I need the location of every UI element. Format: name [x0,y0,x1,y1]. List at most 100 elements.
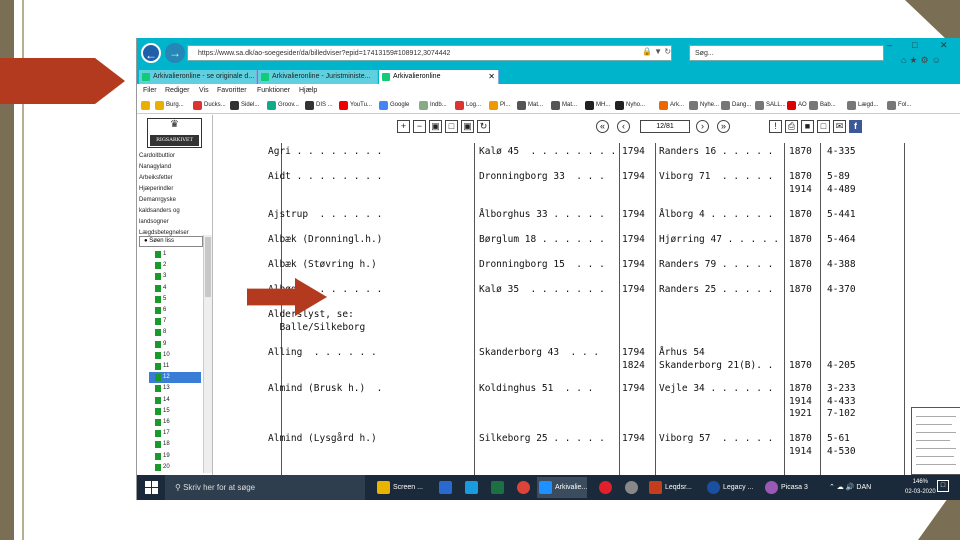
tree-item-19[interactable]: 19 [155,451,199,462]
taskbar-app-screen[interactable]: Screen ... [375,477,423,498]
taskbar-app-mail[interactable] [437,477,459,498]
tree-item-7[interactable]: 7 [155,316,199,327]
print-icon[interactable]: ⎙ [785,120,798,133]
tree-item-14[interactable]: 14 [155,395,199,406]
rotate-icon[interactable]: ↻ [477,120,490,133]
tree-item-16[interactable]: 16 [155,417,199,428]
fav-item[interactable]: Mat... [551,100,577,111]
tab-arkivalieronline-1[interactable]: Arkivalieronline - se originale d... [139,70,257,84]
refresh-icon[interactable]: 🔒 ▼ ↻ [642,47,671,56]
menu-help[interactable]: Hjælp [299,84,317,97]
tree-item-9[interactable]: 9 [155,339,199,350]
notification-icon[interactable]: □ [937,480,949,492]
tree-item-12[interactable]: 12 [149,372,201,384]
zoom-in-button[interactable]: + [397,120,410,133]
taskbar-app-arkivalie[interactable]: Arkivalie... [537,477,588,498]
fav-item[interactable]: Lægd... [847,100,878,111]
sidebar-link[interactable]: Cardoitbuttior [139,151,189,162]
tree-item-20[interactable]: 20 [155,462,199,473]
prev-page-button[interactable]: ‹ [617,120,630,133]
tree-item-6[interactable]: 6 [155,305,199,316]
tree-item-13[interactable]: 13 [155,383,199,394]
fav-item[interactable]: MH... [585,100,610,111]
menu-tools[interactable]: Funktioner [257,84,290,97]
tree-item-2[interactable]: 2 [155,260,199,271]
fav-item[interactable]: Dang... [721,100,751,111]
scroll-thumb[interactable] [205,237,211,297]
page-thumbnail[interactable] [911,407,960,475]
fav-item[interactable]: Indb... [419,100,447,111]
zoom-out-button[interactable]: − [413,120,426,133]
fav-item[interactable]: Nyhe... [689,100,719,111]
sidebar-link[interactable]: Nanagyland [139,162,189,173]
fav-item[interactable]: AO [787,100,807,111]
tree-item-8[interactable]: 8 [155,327,199,338]
page-indicator[interactable]: 12/81 [640,120,690,133]
first-page-button[interactable]: « [596,120,609,133]
system-tray[interactable]: ⌃ ☁ 🔊 DAN [829,475,871,500]
fit-page-icon[interactable]: ▣ [461,120,474,133]
search-input[interactable]: Søg... [689,45,884,61]
tree-item-3[interactable]: 3 [155,271,199,282]
tree-item-5[interactable]: 5 [155,294,199,305]
tab-arkivalieronline-2[interactable]: Arkivalieronline - Juristministe... [258,70,378,84]
taskbar-app-leqdsr[interactable]: Leqdsr... [647,477,692,498]
menu-file[interactable]: Filer [143,84,157,97]
language-indicator[interactable]: DAN [856,484,871,491]
lock-icon[interactable]: ▣ [429,120,442,133]
taskbar-search[interactable]: ⚲ Skriv her for at søge [165,475,365,500]
taskbar-app-picasa[interactable]: Picasa 3 [763,477,808,498]
tree-item-17[interactable]: 17 [155,428,199,439]
sidebar-link[interactable]: Demanrgyske [139,195,189,206]
taskbar-app-opera[interactable] [597,477,619,498]
taskbar-clock[interactable]: 146% 02-03-2020 [905,477,936,497]
tree-item-15[interactable]: 15 [155,406,199,417]
fav-item[interactable]: Nyho... [615,100,645,111]
sidebar-scrollbar[interactable] [203,235,212,473]
maximize-button[interactable]: □ [912,40,917,50]
fav-item[interactable]: Pl... [489,100,510,111]
taskbar-app-legacy[interactable]: Legacy ... [705,477,753,498]
forward-button[interactable]: → [165,43,185,63]
last-page-button[interactable]: » [717,120,730,133]
fav-item[interactable]: Fol... [887,100,911,111]
tree-item-11[interactable]: 11 [155,361,199,372]
next-page-button[interactable]: › [696,120,709,133]
taskbar-app-settings[interactable] [623,477,645,498]
fav-item[interactable]: Bab... [809,100,836,111]
windows-start-icon[interactable] [145,481,158,494]
sidebar-link[interactable]: Hjæperindler [139,184,189,195]
fav-item[interactable]: DIS ... [305,100,333,111]
tree-item-1[interactable]: 1 [155,249,199,260]
menu-favorites[interactable]: Favoritter [217,84,247,97]
facebook-icon[interactable]: f [849,120,862,133]
tree-item-18[interactable]: 18 [155,439,199,450]
menu-view[interactable]: Vis [199,84,209,97]
mail-icon[interactable]: ✉ [833,120,846,133]
save-page-icon[interactable]: □ [817,120,830,133]
fav-item[interactable]: Log... [455,100,481,111]
fit-width-icon[interactable]: □ [445,120,458,133]
fav-item[interactable]: YouTu... [339,100,372,111]
tree-item-10[interactable]: 10 [155,350,199,361]
fav-item[interactable]: Sidel... [230,100,259,111]
back-button[interactable]: ← [141,43,161,63]
menu-edit[interactable]: Rediger [165,84,190,97]
minimize-button[interactable]: – [887,40,892,50]
fav-item[interactable]: SALL... [755,100,786,111]
tab-close-icon[interactable]: ✕ [488,70,495,84]
fav-item[interactable]: Burg... [155,100,184,111]
tab-arkivalieronline-active[interactable]: Arkivalieronline ✕ [379,70,499,84]
tree-item-4[interactable]: 4 [155,283,199,294]
report-icon[interactable]: ! [769,120,782,133]
sidebar-link[interactable]: kaldsanders og [139,206,189,217]
sidebar-link[interactable]: Arbeiksfetter [139,173,189,184]
address-bar[interactable]: https://www.sa.dk/ao-soegesider/da/bille… [187,45,672,61]
taskbar-app-skype[interactable] [463,477,485,498]
taskbar-app-chrome[interactable] [515,477,537,498]
fav-item[interactable]: Ark... [659,100,684,111]
sidebar-link[interactable]: landsogner [139,217,189,228]
fav-item[interactable]: Groov... [267,100,299,111]
toolbar-icons[interactable]: ⌂★⚙☺ [901,55,944,66]
save-icon[interactable]: ■ [801,120,814,133]
